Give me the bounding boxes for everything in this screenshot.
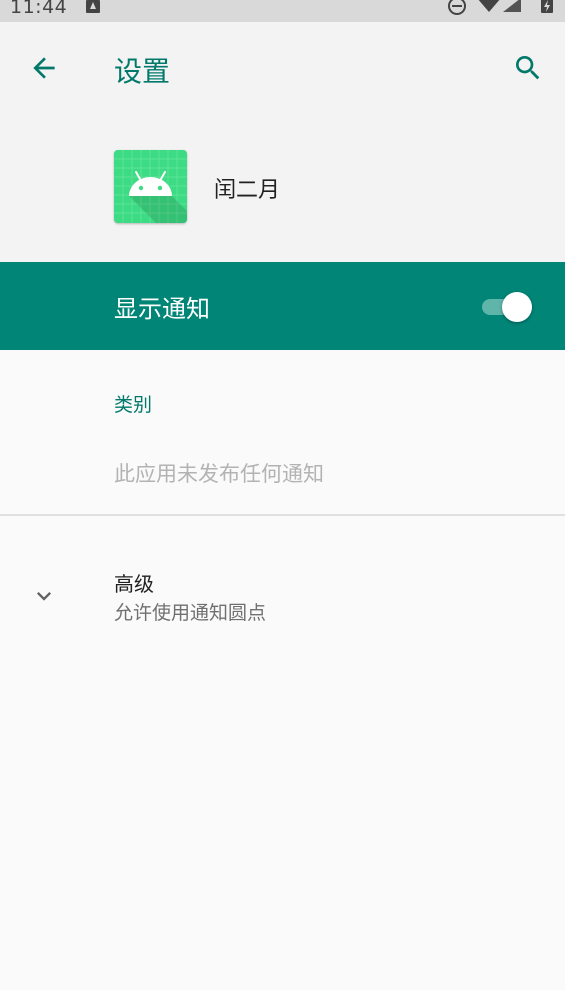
search-button[interactable] bbox=[506, 48, 550, 88]
app-name: 闰二月 bbox=[214, 178, 281, 203]
search-icon bbox=[516, 56, 540, 80]
wifi-icon bbox=[478, 0, 500, 12]
status-bar: 11:44 bbox=[0, 0, 565, 22]
signal-icon bbox=[503, 0, 521, 12]
app-info-header: 设置 闰二月 bbox=[0, 22, 565, 262]
page-title: 设置 bbox=[114, 55, 171, 88]
advanced-summary: 允许使用通知圆点 bbox=[114, 602, 267, 624]
status-time: 11:44 bbox=[10, 0, 68, 18]
advanced-row[interactable]: 高级 允许使用通知圆点 bbox=[0, 556, 565, 636]
android-app-icon bbox=[114, 150, 187, 223]
no-notifications-message: 此应用未发布任何通知 bbox=[114, 462, 324, 486]
arrow-back-icon bbox=[33, 57, 55, 79]
dnd-icon bbox=[448, 0, 466, 15]
show-notifications-switch[interactable] bbox=[480, 289, 536, 323]
advanced-title: 高级 bbox=[114, 572, 154, 596]
show-notifications-label: 显示通知 bbox=[114, 295, 210, 323]
battery-icon bbox=[541, 0, 553, 13]
notification-app-icon bbox=[86, 0, 100, 13]
settings-screen: 11:44 设置 闰二月 显示通知 类别 此应用未发布任何通知 高级 允许使用通… bbox=[0, 0, 565, 990]
category-header: 类别 bbox=[114, 394, 153, 416]
chevron-down-icon bbox=[37, 592, 51, 601]
switch-thumb bbox=[502, 292, 532, 322]
back-button[interactable] bbox=[24, 48, 64, 88]
section-divider bbox=[0, 514, 565, 516]
status-icons bbox=[448, 0, 553, 15]
advanced-expand bbox=[28, 580, 60, 612]
show-notifications-row[interactable]: 显示通知 bbox=[0, 262, 565, 350]
